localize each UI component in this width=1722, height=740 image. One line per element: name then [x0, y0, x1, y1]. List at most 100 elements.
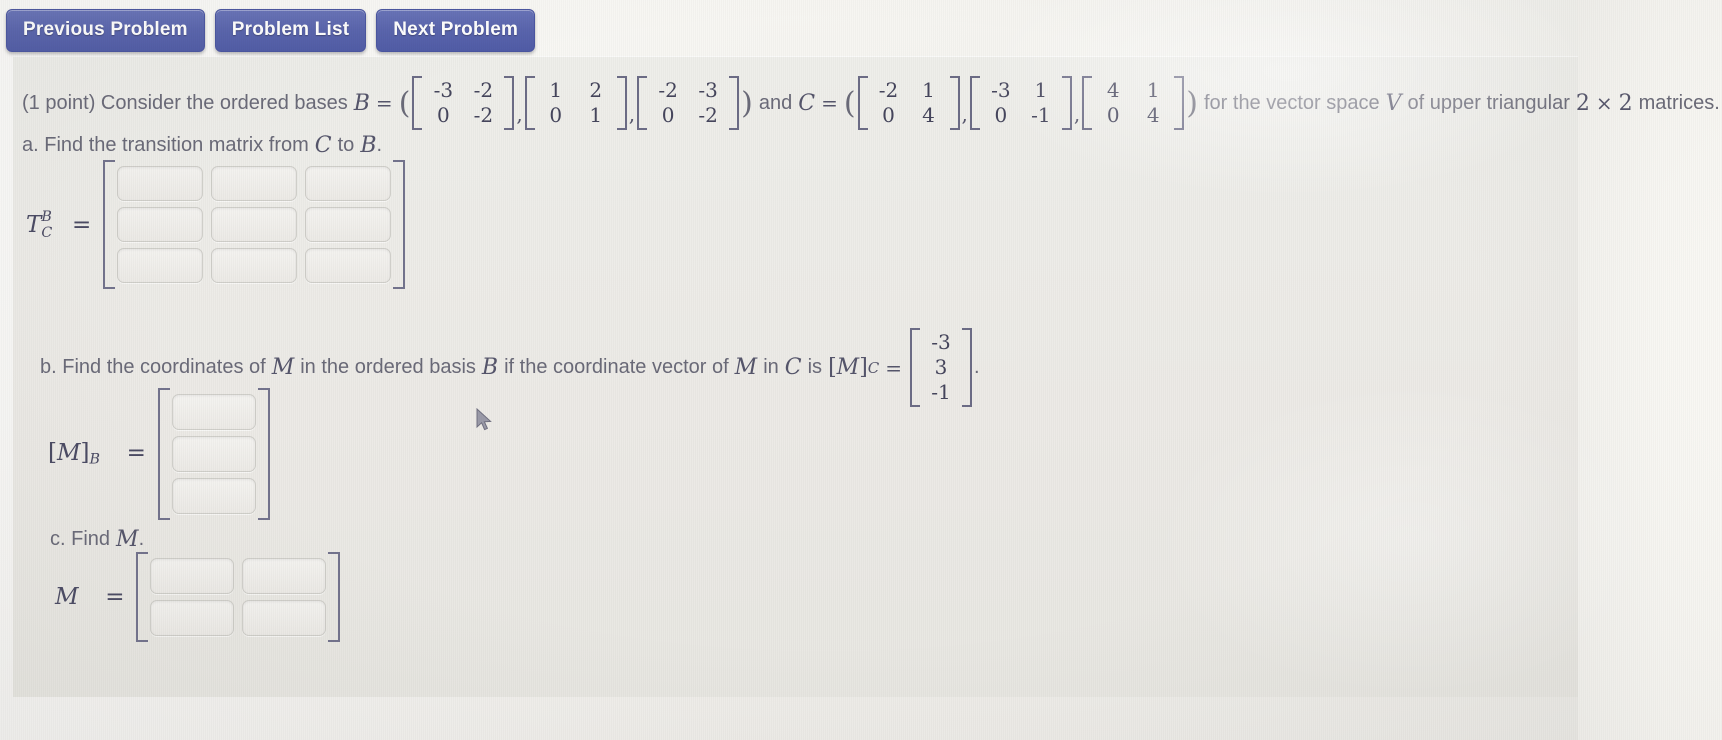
next-problem-button[interactable]: Next Problem [376, 8, 536, 52]
coord-label-close: ] [859, 355, 868, 380]
open-paren-b: ( [398, 85, 411, 121]
part-a-input-r1c2[interactable] [211, 166, 298, 201]
matrix-cell: 0 [1106, 103, 1120, 127]
part-a-equals: = [71, 211, 92, 238]
answer-label-var: M [56, 440, 81, 467]
matrix-cell: 4 [922, 103, 935, 127]
basis-b-symbol: B [353, 90, 370, 116]
part-b-input-r1[interactable] [171, 394, 256, 430]
matrix-cell: 0 [661, 103, 675, 127]
part-a-matrix-brackets [103, 160, 406, 289]
part-c-input-r1c2[interactable] [242, 558, 327, 594]
part-b-in-word: in [763, 356, 779, 378]
matrix-cell: -2 [698, 103, 718, 127]
matrix-separator: , [516, 102, 523, 126]
matrix-cell: 0 [549, 103, 563, 127]
coord-equals: = [885, 355, 903, 380]
matrix-separator: , [1073, 102, 1081, 126]
transition-matrix-superscript: B [41, 208, 52, 225]
matrix-cell: 4 [1106, 78, 1120, 102]
part-a-input-r2c3[interactable] [305, 207, 392, 242]
transition-matrix-label: TBC = [26, 208, 92, 240]
matrix-cell: 1 [1146, 78, 1160, 102]
basis-c-matrix-1: -2 1 0 4 [857, 76, 960, 130]
part-a-input-r2c2[interactable] [211, 207, 298, 242]
part-a-prompt: a. Find the transition matrix from C to … [22, 133, 382, 158]
matrix-cell: 0 [437, 103, 450, 127]
part-a-from-basis: C [314, 133, 332, 158]
part-b-is-word: is [807, 356, 823, 378]
close-paren-c: ) [1186, 85, 1198, 121]
answer-label-open: [ [48, 440, 57, 467]
matrix-cell: -1 [1031, 103, 1051, 127]
part-a-input-grid [117, 166, 392, 283]
part-a-period: . [376, 134, 383, 156]
matrix-cell: 0 [882, 103, 895, 127]
open-paren-c: ( [843, 85, 856, 121]
part-a-input-r2c1[interactable] [117, 207, 204, 242]
part-c-input-r1c1[interactable] [150, 558, 235, 594]
equals-sign-b: = [375, 91, 393, 115]
part-a-answer-block: TBC = [26, 160, 406, 289]
part-c-answer-block: M = [55, 552, 341, 642]
matrix-cell: -2 [473, 78, 494, 102]
basis-b-matrix-3: -2 -3 0 -2 [637, 76, 740, 130]
answer-label-close: ] [80, 440, 90, 467]
matrix-cell: 2 [589, 78, 603, 102]
part-c-input-grid [150, 558, 327, 636]
close-paren-b: ) [741, 85, 753, 121]
part-b-trailing-period: . [974, 356, 980, 378]
part-c-input-r2c2[interactable] [242, 600, 327, 636]
basis-c-symbol: C [798, 90, 816, 116]
part-c-prompt: c. Find M . [50, 527, 144, 552]
part-a-input-r3c1[interactable] [117, 248, 204, 283]
part-b-cond-text: if the coordinate vector of [504, 356, 729, 378]
matrix-cell: 4 [1146, 103, 1160, 127]
part-a-input-r3c2[interactable] [211, 248, 298, 283]
part-a-input-r1c1[interactable] [117, 166, 204, 201]
matrix-cell: 1 [589, 103, 603, 127]
part-c-var-m: M [116, 527, 139, 552]
tail-text-2: of upper triangular [1407, 91, 1570, 114]
matrix-cell: -3 [698, 78, 718, 102]
dimension-left: 2 [1575, 90, 1590, 116]
part-a-input-r3c3[interactable] [305, 248, 392, 283]
points-prefix: (1 point) Consider the ordered bases [22, 91, 348, 114]
part-c-prompt-text: c. Find [50, 528, 111, 550]
part-c-input-r2c1[interactable] [150, 600, 235, 636]
matrix-separator: , [628, 102, 636, 126]
matrix-cell: -3 [991, 78, 1011, 102]
dimension-right: 2 [1618, 90, 1633, 116]
part-b-input-grid [171, 394, 256, 514]
matrix-cell: 1 [1034, 78, 1048, 102]
problem-list-button[interactable]: Problem List [214, 8, 367, 52]
basis-b-matrix-2: 1 2 0 1 [524, 76, 627, 130]
part-b-prompt-text: b. Find the coordinates of [40, 356, 266, 378]
part-b-equals: = [126, 440, 146, 467]
basis-c-matrix-3: 4 1 0 4 [1082, 76, 1185, 130]
matrix-cell: -2 [658, 78, 678, 102]
equals-sign-c: = [821, 91, 838, 115]
part-b-basis-b: B [481, 355, 499, 380]
matrix-separator: , [961, 102, 968, 126]
times-symbol: × [1595, 91, 1613, 115]
part-a-to-word: to [337, 134, 355, 156]
part-a-input-r1c3[interactable] [305, 166, 392, 201]
part-b-var-m: M [271, 355, 295, 380]
matrix-cell: -2 [878, 78, 899, 102]
matrix-cell: -1 [931, 380, 951, 404]
matrix-cell: 0 [994, 103, 1008, 127]
part-a-prompt-text: a. Find the transition matrix from [22, 134, 309, 156]
matrix-cell: 1 [922, 78, 935, 102]
part-c-period: . [138, 528, 145, 550]
part-b-input-r3[interactable] [171, 478, 256, 514]
part-c-equals: = [105, 584, 125, 610]
basis-b-matrix-1: -3 -2 0 -2 [412, 76, 515, 130]
part-b-matrix-brackets [157, 388, 270, 520]
and-text: and [758, 91, 793, 114]
part-b-input-r2[interactable] [171, 436, 256, 472]
coordinate-vector-c: -3 3 -1 [910, 328, 973, 407]
previous-problem-button[interactable]: Previous Problem [6, 8, 205, 52]
matrix-cell: 1 [549, 78, 563, 102]
coord-label-open: [ [828, 355, 837, 380]
